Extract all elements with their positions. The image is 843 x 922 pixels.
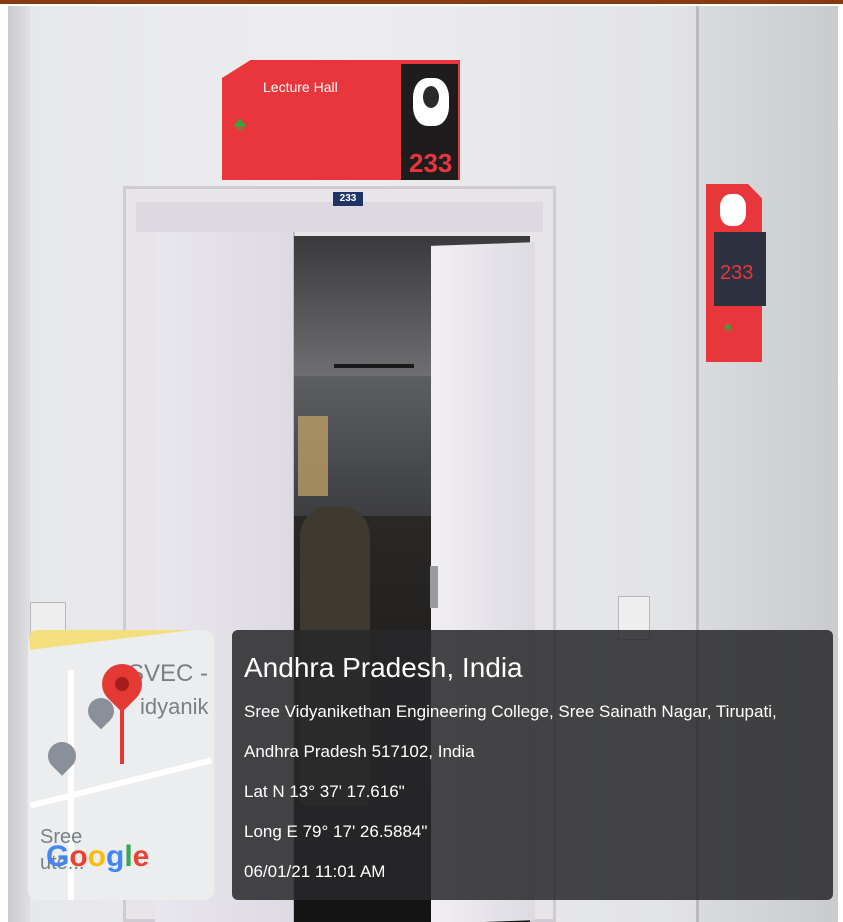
address-line-1: Sree Vidyanikethan Engineering College, … xyxy=(244,702,777,721)
portrait-icon xyxy=(413,78,449,126)
door-handle xyxy=(430,566,438,608)
google-letter: o xyxy=(87,840,106,873)
ceiling-fan xyxy=(334,364,414,368)
pin-stem xyxy=(120,704,124,764)
tree-logo-icon: ♣ xyxy=(234,114,246,134)
location-title: Andhra Pradesh, India xyxy=(244,652,523,683)
address-line-2: Andhra Pradesh 517102, India xyxy=(244,742,475,761)
geotagged-photo: 233 ♣ Lecture Hall 233 233 ♣ SVEC - S id… xyxy=(8,6,838,922)
google-logo: Google xyxy=(46,840,149,874)
photo-frame: 233 ♣ Lecture Hall 233 233 ♣ SVEC - S id… xyxy=(0,0,843,922)
side-tree-logo-icon: ♣ xyxy=(724,320,732,334)
longitude-text: Long E 79° 17' 26.5884" xyxy=(244,822,428,841)
door-lintel xyxy=(136,202,543,232)
timestamp-text: 06/01/21 11:01 AM xyxy=(244,862,386,881)
location-map-thumbnail[interactable]: SVEC - S idyanik Sree ute... Google xyxy=(28,630,214,900)
google-letter: o xyxy=(69,840,88,873)
sign-room-number: 233 xyxy=(409,148,453,178)
google-letter: e xyxy=(132,840,150,873)
map-road xyxy=(28,630,214,650)
door-number-plate: 233 xyxy=(333,192,363,206)
map-place-label: idyanik xyxy=(140,694,209,719)
top-border-line xyxy=(0,0,843,4)
google-letter: G xyxy=(46,840,70,873)
latitude-text: Lat N 13° 37' 17.616" xyxy=(244,782,405,801)
left-wall-edge xyxy=(8,6,30,922)
google-letter: l xyxy=(124,840,133,873)
google-letter: g xyxy=(106,840,125,873)
classroom-window xyxy=(298,416,328,496)
side-sign-number: 233 xyxy=(720,262,754,284)
education-marker-icon xyxy=(42,736,82,776)
side-portrait-icon xyxy=(720,194,746,226)
sign-title: Lecture Hall xyxy=(263,79,338,95)
location-info-overlay: Andhra Pradesh, India Sree Vidyanikethan… xyxy=(232,630,833,900)
